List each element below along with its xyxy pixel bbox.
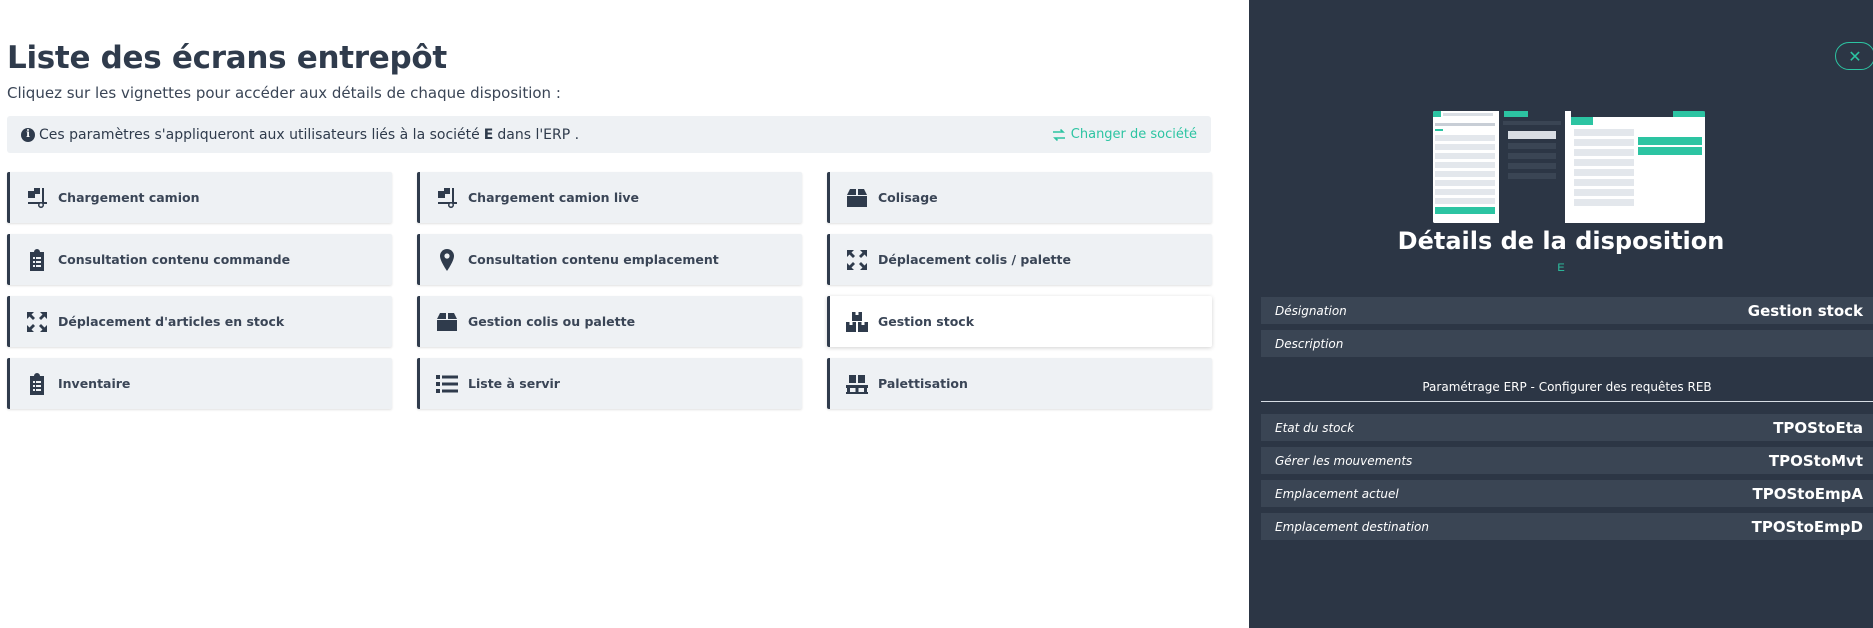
panel-company: E bbox=[1557, 262, 1565, 274]
info-icon: i bbox=[21, 127, 35, 142]
erp-section-title: Paramétrage ERP - Configurer des requête… bbox=[1422, 380, 1712, 394]
tile-label: Chargement camion live bbox=[468, 190, 640, 205]
map-marker-icon bbox=[434, 248, 460, 272]
tile-consultation-contenu-commande[interactable]: Consultation contenu commande bbox=[7, 234, 392, 285]
tile-gestion-stock[interactable]: Gestion stock bbox=[827, 296, 1212, 347]
tile-label: Palettisation bbox=[878, 376, 968, 391]
tile-label: Consultation contenu commande bbox=[58, 252, 291, 267]
page-title: Liste des écrans entrepôt bbox=[7, 40, 447, 76]
section-divider bbox=[1261, 401, 1873, 402]
tile-chargement-camion[interactable]: Chargement camion bbox=[7, 172, 392, 223]
details-panel: ✕ Détails de la disposition E Désignatio… bbox=[1249, 0, 1873, 628]
tile-label: Déplacement d'articles en stock bbox=[58, 314, 285, 329]
tile-label: Gestion colis ou palette bbox=[468, 314, 636, 329]
company-info-bar: i Ces paramètres s'appliqueront aux util… bbox=[7, 116, 1211, 153]
tile-label: Chargement camion bbox=[58, 190, 200, 205]
layout-preview-image bbox=[1433, 111, 1705, 223]
tile-label: Liste à servir bbox=[468, 376, 560, 391]
arrows-expand-icon bbox=[24, 310, 50, 334]
tile-consultation-contenu-emplacement[interactable]: Consultation contenu emplacement bbox=[417, 234, 802, 285]
tile-deplacement-colis-palette[interactable]: Déplacement colis / palette bbox=[827, 234, 1212, 285]
info-text-suffix: dans l'ERP . bbox=[497, 126, 580, 143]
tile-inventaire[interactable]: Inventaire bbox=[7, 358, 392, 409]
list-icon bbox=[434, 372, 460, 396]
param-label: Emplacement destination bbox=[1275, 519, 1429, 534]
param-value: TPOStoEta bbox=[1773, 418, 1863, 437]
tile-chargement-camion-live[interactable]: Chargement camion live bbox=[417, 172, 802, 223]
param-value: TPOStoEmpA bbox=[1752, 484, 1863, 503]
tile-label: Consultation contenu emplacement bbox=[468, 252, 719, 267]
param-row-etat-stock: Etat du stock TPOStoEta bbox=[1261, 414, 1873, 441]
exchange-icon bbox=[1052, 128, 1065, 141]
tile-palettisation[interactable]: Palettisation bbox=[827, 358, 1212, 409]
param-row-emplacement-actuel: Emplacement actuel TPOStoEmpA bbox=[1261, 480, 1873, 507]
designation-value: Gestion stock bbox=[1747, 301, 1863, 320]
change-company-label: Changer de société bbox=[1070, 127, 1197, 142]
tile-label: Gestion stock bbox=[878, 314, 975, 329]
box-icon bbox=[434, 310, 460, 334]
param-row-gerer-mouvements: Gérer les mouvements TPOStoMvt bbox=[1261, 447, 1873, 474]
param-row-emplacement-destination: Emplacement destination TPOStoEmpD bbox=[1261, 513, 1873, 540]
close-button[interactable]: ✕ bbox=[1835, 42, 1873, 70]
box-icon bbox=[844, 186, 870, 210]
page-subtitle: Cliquez sur les vignettes pour accéder a… bbox=[7, 84, 561, 102]
param-label: Gérer les mouvements bbox=[1275, 453, 1413, 468]
tile-deplacement-articles-stock[interactable]: Déplacement d'articles en stock bbox=[7, 296, 392, 347]
tile-gestion-colis-palette[interactable]: Gestion colis ou palette bbox=[417, 296, 802, 347]
arrows-expand-icon bbox=[844, 248, 870, 272]
boxes-icon bbox=[844, 310, 870, 334]
tile-label: Colisage bbox=[878, 190, 938, 205]
tile-colisage[interactable]: Colisage bbox=[827, 172, 1212, 223]
tile-label: Déplacement colis / palette bbox=[878, 252, 1071, 267]
layout-preview-graphic bbox=[1433, 111, 1705, 223]
tile-label: Inventaire bbox=[58, 376, 131, 391]
param-label: Etat du stock bbox=[1275, 420, 1355, 435]
tile-liste-a-servir[interactable]: Liste à servir bbox=[417, 358, 802, 409]
description-row: Description bbox=[1261, 330, 1873, 357]
designation-row: Désignation Gestion stock bbox=[1261, 297, 1873, 324]
param-label: Emplacement actuel bbox=[1275, 486, 1399, 501]
info-company: E bbox=[483, 126, 494, 143]
pallet-icon bbox=[844, 372, 870, 396]
truck-loading-icon bbox=[24, 186, 50, 210]
info-text-prefix: Ces paramètres s'appliqueront aux utilis… bbox=[39, 126, 480, 143]
truck-loading-icon bbox=[434, 186, 460, 210]
main-area: Liste des écrans entrepôt Cliquez sur le… bbox=[0, 0, 1249, 628]
panel-title: Détails de la disposition bbox=[1397, 227, 1725, 255]
param-value: TPOStoMvt bbox=[1768, 451, 1863, 470]
clipboard-list-icon bbox=[24, 372, 50, 396]
description-label: Description bbox=[1275, 336, 1344, 351]
designation-label: Désignation bbox=[1275, 303, 1347, 318]
change-company-link[interactable]: Changer de société bbox=[1052, 127, 1197, 142]
clipboard-list-icon bbox=[24, 248, 50, 272]
close-icon: ✕ bbox=[1848, 46, 1862, 66]
screen-tiles-grid: Chargement camion Chargement camion live… bbox=[7, 172, 1212, 409]
param-value: TPOStoEmpD bbox=[1751, 517, 1863, 536]
